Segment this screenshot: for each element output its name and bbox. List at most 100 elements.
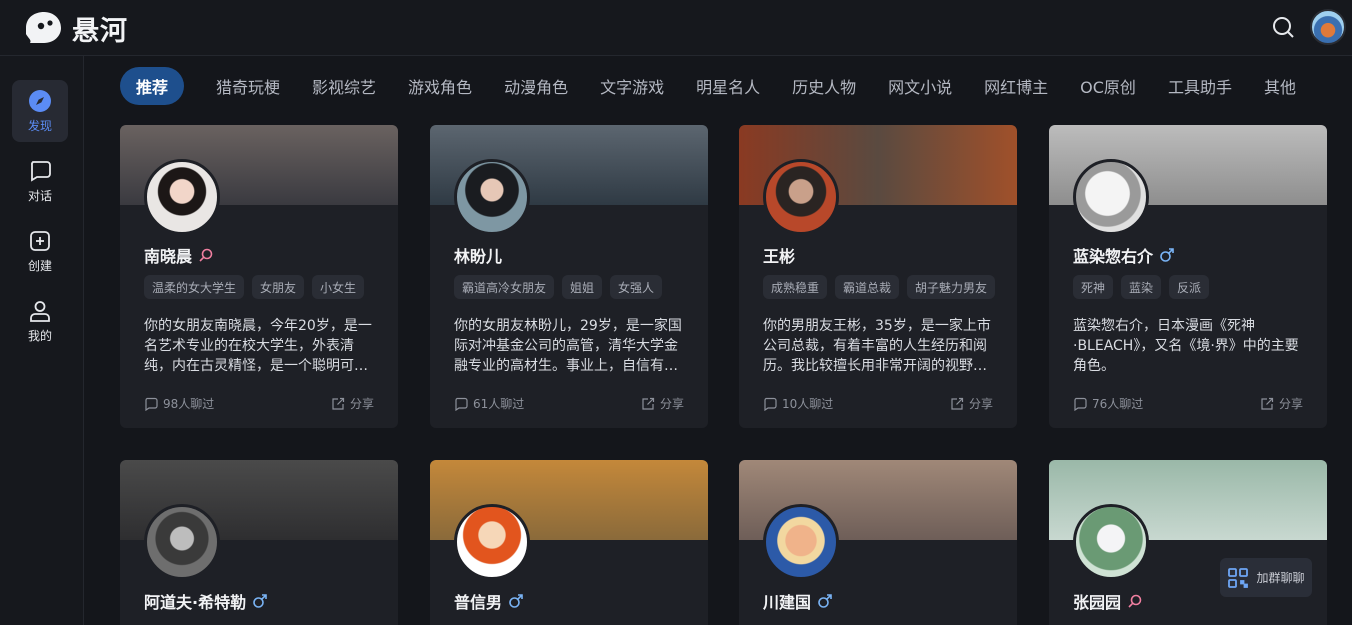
tag[interactable]: 女强人 — [610, 275, 663, 299]
character-avatar — [1073, 159, 1149, 235]
share-label: 分享 — [968, 397, 993, 411]
app-name: 悬河 — [72, 15, 128, 47]
sidebar: 发现 对话 创建 我的 — [0, 56, 84, 625]
card-meta: 61人聊过 分享 — [454, 395, 684, 412]
tag[interactable]: 蓝染 — [1121, 275, 1162, 299]
tag[interactable]: 霸道高冷女朋友 — [454, 275, 555, 299]
chat-count: 76人聊过 — [1073, 395, 1143, 412]
tag[interactable]: 反派 — [1169, 275, 1210, 299]
character-card[interactable]: 林盼儿 霸道高冷女朋友 姐姐 女强人 你的女朋友林盼儿，29岁，是一家国际对冲基… — [430, 125, 708, 428]
character-card[interactable]: 川建国 — [739, 460, 1017, 625]
tag[interactable]: 小女生 — [312, 275, 365, 299]
tag-list: 成熟稳重 霸道总裁 胡子魅力男友 — [763, 275, 996, 299]
character-card[interactable]: 阿道夫·希特勒 — [120, 460, 398, 625]
tab-celebrity[interactable]: 明星名人 — [680, 67, 776, 105]
card-name-row: 普信男 — [454, 589, 524, 613]
character-avatar — [763, 159, 839, 235]
tab-web-novel[interactable]: 网文小说 — [872, 67, 968, 105]
tab-anime-character[interactable]: 动漫角色 — [488, 67, 584, 105]
character-card[interactable]: 南晓晨 温柔的女大学生 女朋友 小女生 你的女朋友南晓晨，今年20岁，是一名艺术… — [120, 125, 398, 428]
male-icon — [509, 594, 523, 608]
sidebar-item-discover[interactable]: 发现 — [12, 80, 68, 142]
sidebar-item-label: 发现 — [27, 118, 52, 133]
tag-list: 死神 蓝染 反派 — [1073, 275, 1210, 299]
tab-game-character[interactable]: 游戏角色 — [392, 67, 488, 105]
sidebar-item-label: 我的 — [27, 328, 52, 343]
chat-bubble-icon — [1074, 397, 1087, 411]
card-name-row: 阿道夫·希特勒 — [144, 589, 268, 613]
chat-count: 10人聊过 — [763, 395, 833, 412]
card-meta: 76人聊过 分享 — [1073, 395, 1303, 412]
tag[interactable]: 胡子魅力男友 — [907, 275, 996, 299]
card-name-row: 南晓晨 — [144, 243, 214, 267]
tag[interactable]: 姐姐 — [562, 275, 603, 299]
sidebar-item-profile[interactable]: 我的 — [12, 290, 68, 352]
share-label: 分享 — [659, 397, 684, 411]
character-card[interactable]: 张园园 — [1049, 460, 1327, 625]
character-name: 张园园 — [1073, 593, 1122, 612]
tag[interactable]: 温柔的女大学生 — [144, 275, 245, 299]
tab-historical-figure[interactable]: 历史人物 — [776, 67, 872, 105]
qr-code-icon — [1228, 567, 1249, 588]
character-name: 蓝染惣右介 — [1073, 247, 1154, 266]
card-name-row: 张园园 — [1073, 589, 1143, 613]
tag-list: 温柔的女大学生 女朋友 小女生 — [144, 275, 365, 299]
character-avatar — [144, 159, 220, 235]
tab-text-game[interactable]: 文字游戏 — [584, 67, 680, 105]
share-icon — [951, 397, 964, 410]
sidebar-item-create[interactable]: 创建 — [12, 220, 68, 282]
share-icon — [332, 397, 345, 410]
share-label: 分享 — [1278, 397, 1303, 411]
tab-other[interactable]: 其他 — [1248, 67, 1312, 105]
share-button[interactable]: 分享 — [331, 395, 374, 412]
tag[interactable]: 死神 — [1073, 275, 1114, 299]
plus-square-icon — [30, 230, 50, 251]
tag[interactable]: 成熟稳重 — [763, 275, 828, 299]
chat-count-text: 98人聊过 — [163, 397, 215, 411]
tab-meme[interactable]: 猎奇玩梗 — [200, 67, 296, 105]
character-avatar — [144, 504, 220, 580]
male-icon — [1160, 248, 1174, 262]
user-avatar[interactable] — [1310, 9, 1346, 45]
card-meta: 98人聊过 分享 — [144, 395, 374, 412]
share-label: 分享 — [349, 397, 374, 411]
join-group-button[interactable]: 加群聊聊 — [1220, 558, 1312, 597]
character-name: 林盼儿 — [454, 247, 503, 266]
chat-count-text: 10人聊过 — [782, 397, 834, 411]
tab-influencer[interactable]: 网红博主 — [968, 67, 1064, 105]
character-avatar — [763, 504, 839, 580]
search-icon[interactable] — [1271, 15, 1295, 39]
join-group-label: 加群聊聊 — [1256, 571, 1305, 585]
character-card[interactable]: 普信男 — [430, 460, 708, 625]
share-button[interactable]: 分享 — [641, 395, 684, 412]
tab-oc-original[interactable]: OC原创 — [1064, 67, 1152, 105]
character-card[interactable]: 王彬 成熟稳重 霸道总裁 胡子魅力男友 你的男朋友王彬，35岁，是一家上市公司总… — [739, 125, 1017, 428]
chat-count-text: 61人聊过 — [473, 397, 525, 411]
user-icon — [30, 300, 50, 322]
sidebar-item-chat[interactable]: 对话 — [12, 150, 68, 212]
sidebar-item-label: 对话 — [27, 188, 52, 203]
chat-count-text: 76人聊过 — [1092, 397, 1144, 411]
character-name: 川建国 — [763, 593, 812, 612]
share-button[interactable]: 分享 — [1260, 395, 1303, 412]
tag[interactable]: 霸道总裁 — [835, 275, 900, 299]
chat-bubble-icon — [31, 160, 51, 182]
character-name: 普信男 — [454, 593, 503, 612]
app-logo[interactable]: 悬河 — [20, 10, 128, 47]
tab-recommend[interactable]: 推荐 — [120, 67, 185, 105]
card-name-row: 林盼儿 — [454, 243, 502, 267]
sidebar-item-label: 创建 — [27, 258, 52, 273]
chat-bubble-icon — [455, 397, 468, 411]
top-bar: 悬河 — [0, 0, 1352, 56]
character-card[interactable]: 蓝染惣右介 死神 蓝染 反派 蓝染惣右介，日本漫画《死神·BLEACH》，又名《… — [1049, 125, 1327, 428]
male-icon — [818, 594, 832, 608]
character-name: 王彬 — [763, 247, 796, 266]
tag[interactable]: 女朋友 — [252, 275, 305, 299]
share-button[interactable]: 分享 — [950, 395, 993, 412]
character-avatar — [1073, 504, 1149, 580]
character-description: 你的女朋友林盼儿，29岁，是一家国际对冲基金公司的高管，清华大学金融专业的高材生… — [454, 318, 682, 374]
tab-film-tv[interactable]: 影视综艺 — [296, 67, 392, 105]
chat-count: 61人聊过 — [454, 395, 524, 412]
tab-tool-assistant[interactable]: 工具助手 — [1152, 67, 1248, 105]
character-avatar — [454, 504, 530, 580]
